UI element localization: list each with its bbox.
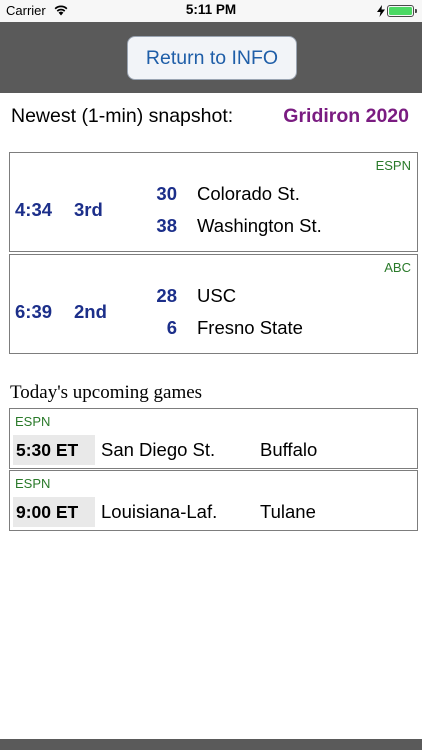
game-clock: 4:34 (15, 199, 53, 220)
kickoff-time: 5:30 ET (13, 435, 95, 465)
upcoming-game-row[interactable]: ESPN 9:00 ET Louisiana-Laf. Tulane (9, 470, 418, 531)
upcoming-game-row[interactable]: ESPN 5:30 ET San Diego St. Buffalo (9, 408, 418, 469)
network-label: ABC (384, 260, 411, 275)
status-time: 5:11 PM (185, 2, 237, 17)
home-team: Washington St. (197, 215, 322, 236)
home-team: Fresno State (197, 317, 303, 338)
charging-icon (377, 5, 385, 17)
battery-tip (415, 9, 417, 13)
home-team: Buffalo (260, 439, 318, 460)
away-team: San Diego St. (101, 439, 216, 460)
away-team: Colorado St. (197, 183, 300, 204)
away-score: 28 (156, 285, 177, 306)
snapshot-label: Newest (1-min) snapshot: (11, 105, 234, 127)
game-period: 3rd (74, 199, 103, 220)
upcoming-heading: Today's upcoming games (10, 382, 203, 403)
network-label: ESPN (15, 476, 51, 491)
network-label: ESPN (375, 158, 411, 173)
live-game-card[interactable]: ESPN 4:34 3rd 30 Colorado St. 38 Washing… (9, 152, 418, 252)
kickoff-time: 9:00 ET (13, 497, 95, 527)
away-score: 30 (156, 183, 177, 204)
battery-icon (387, 5, 414, 17)
game-period: 2nd (74, 301, 107, 322)
away-team: Louisiana-Laf. (101, 501, 218, 522)
season-title: Gridiron 2020 (283, 105, 409, 127)
status-bar: Carrier 5:11 PM (0, 0, 422, 22)
game-clock: 6:39 (15, 301, 53, 322)
bottom-bar (0, 739, 422, 750)
home-team: Tulane (260, 501, 316, 522)
home-score: 6 (166, 317, 177, 338)
home-score: 38 (156, 215, 177, 236)
return-to-info-button[interactable]: Return to INFO (127, 36, 297, 80)
header-bar: Return to INFO (0, 22, 422, 93)
live-game-card[interactable]: ABC 6:39 2nd 28 USC 6 Fresno State (9, 254, 418, 354)
away-team: USC (197, 285, 237, 306)
network-label: ESPN (15, 414, 51, 429)
